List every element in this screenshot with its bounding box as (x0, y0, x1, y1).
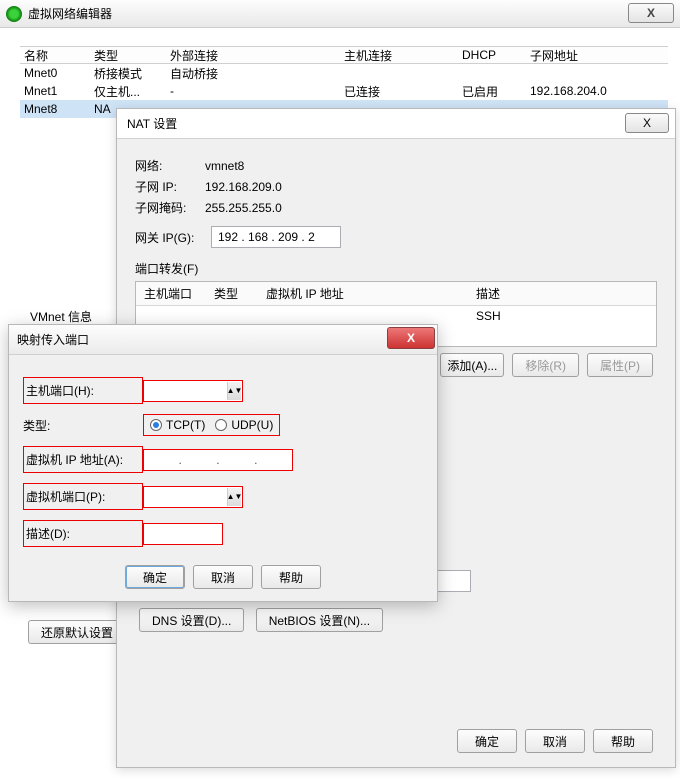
vmware-icon (6, 6, 22, 22)
netbios-settings-button[interactable]: NetBIOS 设置(N)... (256, 608, 383, 632)
type-label: 类型: (23, 417, 143, 434)
desc-input[interactable] (143, 523, 223, 545)
pf-remove-button[interactable]: 移除(R) (512, 353, 579, 377)
nat-close-button[interactable]: X (625, 113, 669, 133)
vm-ip-input[interactable]: . . . (143, 449, 293, 471)
map-cancel-button[interactable]: 取消 (193, 565, 253, 589)
nat-title-text: NAT 设置 (127, 115, 177, 132)
host-port-input[interactable]: ▲▼ (143, 380, 243, 402)
col-subnet[interactable]: 子网地址 (530, 47, 664, 64)
gateway-label: 网关 IP(G): (135, 229, 211, 246)
pf-col-desc[interactable]: 描述 (476, 285, 648, 302)
port-forward-group-label: 端口转发(F) (135, 260, 657, 277)
main-title: 虚拟网络编辑器 (28, 5, 112, 22)
tcp-label: TCP(T) (166, 418, 205, 432)
pf-properties-button[interactable]: 属性(P) (587, 353, 653, 377)
map-port-dialog: 映射传入端口 X 主机端口(H): ▲▼ 类型: TCP(T) UDP(U) (8, 324, 438, 602)
nat-ok-button[interactable]: 确定 (457, 729, 517, 753)
network-label: 网络: (135, 157, 205, 174)
map-titlebar: 映射传入端口 X (9, 325, 437, 355)
subnet-value: 192.168.209.0 (205, 180, 282, 194)
col-type[interactable]: 类型 (94, 47, 170, 64)
col-dhcp[interactable]: DHCP (462, 48, 530, 62)
main-close-button[interactable]: X (628, 3, 674, 23)
vm-port-field[interactable] (144, 488, 224, 506)
spinner-icon[interactable]: ▲▼ (227, 488, 241, 506)
nat-help-button[interactable]: 帮助 (593, 729, 653, 753)
dns-settings-button[interactable]: DNS 设置(D)... (139, 608, 244, 632)
mask-value: 255.255.255.0 (205, 201, 282, 215)
map-ok-button[interactable]: 确定 (125, 565, 185, 589)
restore-defaults-button[interactable]: 还原默认设置 (28, 620, 126, 644)
pf-col-vmip[interactable]: 虚拟机 IP 地址 (266, 285, 476, 302)
nat-cancel-button[interactable]: 取消 (525, 729, 585, 753)
host-port-field[interactable] (144, 382, 224, 400)
udp-radio[interactable] (215, 419, 227, 431)
col-name[interactable]: 名称 (24, 47, 94, 64)
pf-col-type[interactable]: 类型 (214, 285, 266, 302)
col-host[interactable]: 主机连接 (344, 47, 462, 64)
udp-label: UDP(U) (231, 418, 273, 432)
gateway-input[interactable]: 192 . 168 . 209 . 2 (211, 226, 341, 248)
pf-add-button[interactable]: 添加(A)... (440, 353, 504, 377)
desc-label: 描述(D): (23, 520, 143, 547)
spinner-icon[interactable]: ▲▼ (227, 382, 241, 400)
subnet-label: 子网 IP: (135, 178, 205, 195)
host-port-label: 主机端口(H): (23, 377, 143, 404)
main-titlebar: 虚拟网络编辑器 X (0, 0, 680, 28)
table-header: 名称 类型 外部连接 主机连接 DHCP 子网地址 (20, 46, 668, 64)
vm-ip-label: 虚拟机 IP 地址(A): (23, 446, 143, 473)
pf-row[interactable]: SSH (136, 306, 656, 326)
map-title-text: 映射传入端口 (17, 331, 89, 348)
pf-header: 主机端口 类型 虚拟机 IP 地址 描述 (136, 282, 656, 306)
network-value: vmnet8 (205, 159, 244, 173)
vm-port-input[interactable]: ▲▼ (143, 486, 243, 508)
nat-titlebar: NAT 设置 X (117, 109, 675, 139)
table-row[interactable]: Mnet1 仅主机... - 已连接 已启用 192.168.204.0 (20, 82, 668, 100)
map-close-button[interactable]: X (387, 327, 435, 349)
vmnet-info-label: VMnet 信息 (30, 308, 92, 325)
map-help-button[interactable]: 帮助 (261, 565, 321, 589)
col-ext[interactable]: 外部连接 (170, 47, 344, 64)
tcp-radio[interactable] (150, 419, 162, 431)
vm-port-label: 虚拟机端口(P): (23, 483, 143, 510)
pf-col-host[interactable]: 主机端口 (144, 285, 214, 302)
table-row[interactable]: Mnet0 桥接模式 自动桥接 (20, 64, 668, 82)
mask-label: 子网掩码: (135, 199, 205, 216)
